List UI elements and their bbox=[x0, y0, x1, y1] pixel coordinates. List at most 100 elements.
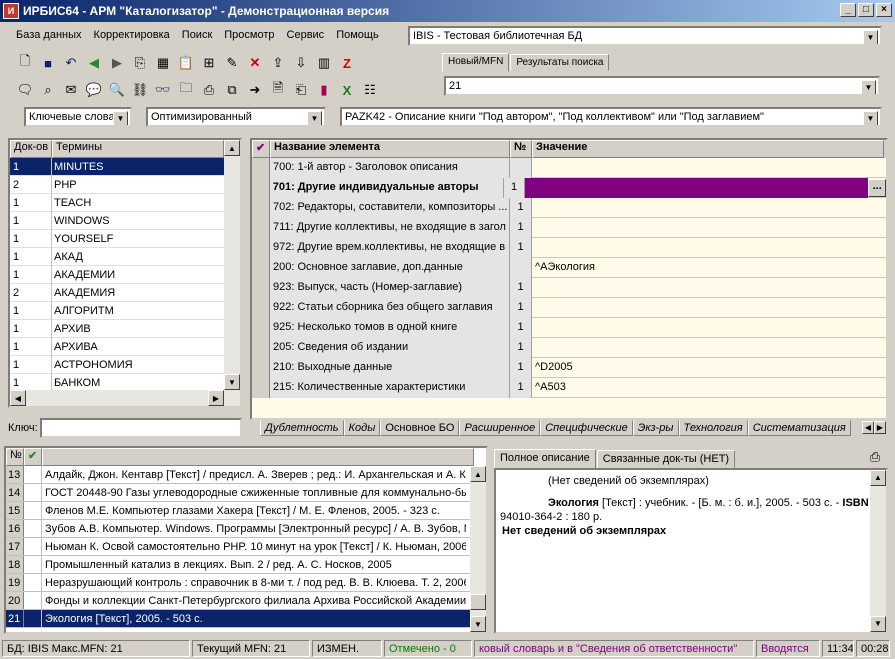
field-row[interactable]: 972: Другие врем.коллективы, не входящие… bbox=[252, 238, 886, 258]
term-row[interactable]: 1 АРХИВА bbox=[10, 337, 224, 356]
tab-linked-docs[interactable]: Связанные док-ты (НЕТ) bbox=[596, 450, 736, 468]
fields-header-num[interactable]: № bbox=[510, 140, 532, 158]
maximize-button[interactable]: □ bbox=[858, 3, 874, 17]
forward-icon[interactable]: ▶ bbox=[106, 52, 128, 74]
field-value[interactable] bbox=[532, 158, 884, 178]
key-input[interactable] bbox=[40, 418, 242, 438]
link-icon[interactable]: ⛓ bbox=[129, 79, 151, 101]
menu-help[interactable]: Помощь bbox=[330, 29, 385, 41]
field-value[interactable] bbox=[532, 278, 884, 298]
glasses-icon[interactable]: 👓 bbox=[152, 79, 174, 101]
chevron-down-icon[interactable]: ▼ bbox=[863, 111, 878, 125]
field-value[interactable] bbox=[532, 318, 884, 338]
tab-search-results[interactable]: Результаты поиска bbox=[510, 54, 610, 71]
record-mark[interactable] bbox=[24, 520, 42, 537]
term-row[interactable]: 1 TEACH bbox=[10, 193, 224, 212]
record-row[interactable]: 13 Алдайк, Джон. Кентавр [Текст] / предис… bbox=[6, 466, 486, 484]
field-value[interactable] bbox=[525, 178, 869, 198]
chevron-down-icon[interactable]: ▼ bbox=[863, 30, 878, 44]
term-row[interactable]: 1 АРХИВ bbox=[10, 319, 224, 338]
records-scrollbar[interactable]: ▲ ▼ bbox=[470, 466, 486, 632]
scroll-right-icon[interactable]: ▶ bbox=[208, 390, 224, 406]
field-row[interactable]: 923: Выпуск, часть (Номер-заглавие) 1 bbox=[252, 278, 886, 298]
export-icon[interactable]: ⇪ bbox=[267, 52, 289, 74]
scroll-down-icon[interactable]: ▼ bbox=[224, 374, 240, 390]
term-row[interactable]: 1 MINUTES bbox=[10, 157, 224, 176]
scroll-up-icon[interactable]: ▲ bbox=[224, 140, 240, 156]
find-icon[interactable]: 🔍 bbox=[106, 79, 128, 101]
record-row[interactable]: 15 Фленов М.Е. Компьютер глазами Хакера [… bbox=[6, 502, 486, 520]
chart-icon[interactable]: ▮ bbox=[313, 79, 335, 101]
search-mode-select[interactable]: Ключевые слова ▼ bbox=[24, 107, 132, 127]
scroll-thumb[interactable] bbox=[470, 594, 486, 610]
worksheet-select[interactable]: PAZK42 - Описание книги "Под автором", "… bbox=[340, 107, 882, 127]
chevron-down-icon[interactable]: ▼ bbox=[861, 80, 876, 94]
tab-copies[interactable]: Экз-ры bbox=[632, 420, 679, 436]
scroll-left-icon[interactable]: ◀ bbox=[10, 390, 26, 406]
records-header-num[interactable]: № bbox=[6, 448, 24, 466]
field-value[interactable] bbox=[532, 238, 884, 258]
tab-scroll[interactable]: ◀ ▶ bbox=[862, 421, 886, 434]
menu-database[interactable]: База данных bbox=[10, 29, 88, 41]
field-row[interactable]: 700: 1-й автор - Заголовок описания bbox=[252, 158, 886, 178]
terms-header-count[interactable]: Док-ов bbox=[10, 140, 52, 158]
tree-icon[interactable]: ⊞ bbox=[198, 52, 220, 74]
pages-icon[interactable]: ⧉ bbox=[221, 79, 243, 101]
back-icon[interactable]: ◀ bbox=[83, 52, 105, 74]
field-row[interactable]: 215: Количественные характеристики 1 ^A503 bbox=[252, 378, 886, 398]
chevron-down-icon[interactable]: ▼ bbox=[113, 111, 128, 125]
term-row[interactable]: 1 WINDOWS bbox=[10, 211, 224, 230]
search-icon[interactable]: ⌕ bbox=[37, 79, 59, 101]
tab-specific[interactable]: Специфические bbox=[540, 420, 633, 436]
term-row[interactable]: 1 АКАД bbox=[10, 247, 224, 266]
record-row[interactable]: 18 Промышленный катализ в лекциях. Вып. 2… bbox=[6, 556, 486, 574]
record-mark[interactable] bbox=[24, 502, 42, 519]
menu-edit[interactable]: Корректировка bbox=[88, 29, 176, 41]
barcode-icon[interactable]: ▥ bbox=[313, 52, 335, 74]
term-row[interactable]: 1 АЛГОРИТМ bbox=[10, 301, 224, 320]
grid-icon[interactable]: ▦ bbox=[152, 52, 174, 74]
tab-scroll-left-icon[interactable]: ◀ bbox=[862, 421, 874, 434]
field-row[interactable]: 205: Сведения об издании 1 bbox=[252, 338, 886, 358]
menu-service[interactable]: Сервис bbox=[281, 29, 331, 41]
mfn-input[interactable]: 21 ▼ bbox=[444, 76, 880, 96]
tab-scroll-right-icon[interactable]: ▶ bbox=[874, 421, 886, 434]
print-icon[interactable]: ⎙ bbox=[198, 79, 220, 101]
delete-icon[interactable]: ✕ bbox=[244, 52, 266, 74]
record-row[interactable]: 17 Ньюман К. Освой самостоятельно PHP. 10… bbox=[6, 538, 486, 556]
field-value[interactable]: ^A503 bbox=[532, 378, 884, 398]
ellipsis-button[interactable]: ... bbox=[868, 179, 886, 197]
field-value[interactable]: ^AЭкология bbox=[532, 258, 884, 278]
term-row[interactable]: 1 YOURSELF bbox=[10, 229, 224, 248]
record-mark[interactable] bbox=[24, 466, 42, 483]
field-row[interactable]: 711: Другие коллективы, не входящие в за… bbox=[252, 218, 886, 238]
close-button[interactable]: × bbox=[876, 3, 892, 17]
record-mark[interactable] bbox=[24, 556, 42, 573]
record-mark[interactable] bbox=[24, 610, 42, 627]
field-row[interactable]: 210: Выходные данные 1 ^D2005 bbox=[252, 358, 886, 378]
import-icon[interactable]: ⇩ bbox=[290, 52, 312, 74]
record-mark[interactable] bbox=[24, 592, 42, 609]
field-value[interactable] bbox=[532, 198, 884, 218]
scroll-up-icon[interactable]: ▲ bbox=[470, 466, 486, 482]
scroll-down-icon[interactable]: ▼ bbox=[870, 616, 886, 632]
record-row[interactable]: 16 Зубов А.В. Компьютер. Windows. Програм… bbox=[6, 520, 486, 538]
chat-icon[interactable]: 💬 bbox=[83, 79, 105, 101]
field-row[interactable]: 702: Редакторы, составители, композиторы… bbox=[252, 198, 886, 218]
records-check-icon[interactable]: ✔ bbox=[24, 448, 42, 466]
field-row[interactable]: 925: Несколько томов в одной книге 1 bbox=[252, 318, 886, 338]
terms-hscrollbar[interactable]: ◀ ▶ bbox=[10, 390, 240, 406]
tab-systematization[interactable]: Систематизация bbox=[747, 420, 851, 436]
record-row[interactable]: 21 Экология [Текст], 2005. - 503 с. bbox=[6, 610, 486, 628]
database-select[interactable]: IBIS - Тестовая библиотечная БД ▼ bbox=[408, 26, 882, 46]
copy-icon[interactable]: ⎘ bbox=[129, 52, 151, 74]
arrow-icon[interactable]: ➜ bbox=[244, 79, 266, 101]
copy2-icon[interactable]: ⎗ bbox=[290, 79, 312, 101]
print-preview-icon[interactable]: ⎙ bbox=[864, 446, 886, 468]
field-row[interactable]: 701: Другие индивидуальные авторы 1... bbox=[252, 178, 886, 198]
comment-icon[interactable]: 🗨 bbox=[14, 79, 36, 101]
terms-scrollbar[interactable]: ▲ ▼ bbox=[224, 140, 240, 390]
field-value[interactable] bbox=[532, 218, 884, 238]
field-row[interactable]: 200: Основное заглавие, доп.данные ^AЭкол… bbox=[252, 258, 886, 278]
tab-technology[interactable]: Технология bbox=[678, 420, 748, 436]
